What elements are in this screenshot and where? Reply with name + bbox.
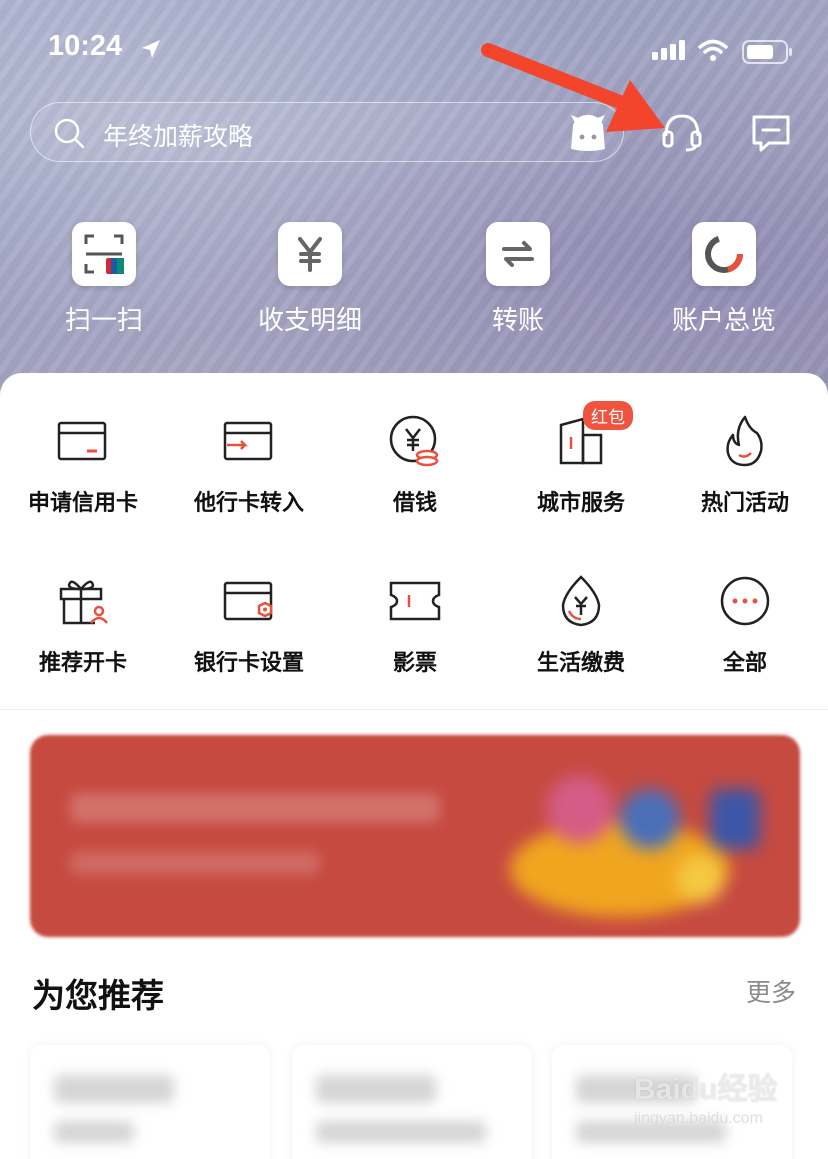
more-dots-icon — [717, 573, 773, 629]
water-drop-icon — [553, 573, 609, 629]
search-placeholder: 年终加薪攻略 — [103, 122, 254, 151]
search-icon — [54, 118, 85, 149]
service-recommend-card[interactable]: 推荐开卡 — [0, 573, 166, 677]
loan-coin-icon — [387, 413, 443, 469]
status-time: 10:24 — [48, 30, 123, 62]
service-label: 推荐开卡 — [38, 651, 127, 676]
scan-icon — [72, 222, 136, 286]
service-movie-tickets[interactable]: 影票 — [332, 573, 498, 677]
more-link[interactable]: 更多 — [746, 973, 796, 1009]
service-label: 他行卡转入 — [193, 491, 304, 516]
banner-illustration — [510, 775, 760, 917]
service-apply-credit-card[interactable]: 申请信用卡 — [0, 413, 166, 517]
recommend-card[interactable] — [292, 1045, 532, 1159]
recommend-card-title-blurred — [54, 1075, 174, 1103]
message-icon[interactable] — [751, 114, 791, 154]
services-card: 申请信用卡 他行卡转入 借钱 红包 城市服务 热门活动 推荐开卡 银行卡设置 影… — [0, 373, 828, 1159]
location-arrow-icon — [142, 40, 160, 58]
wifi-icon — [698, 39, 728, 61]
service-all[interactable]: 全部 — [662, 573, 828, 677]
service-label: 热门活动 — [700, 491, 789, 516]
battery-icon — [742, 40, 792, 64]
service-city-services[interactable]: 红包 城市服务 — [498, 401, 664, 517]
recommend-section-title: 为您推荐 — [32, 976, 164, 1015]
ring-chart-icon — [692, 222, 756, 286]
banner-title-blurred — [70, 793, 440, 823]
quick-action-label: 账户总览 — [671, 306, 776, 336]
transfer-icon — [486, 222, 550, 286]
quick-action-transactions[interactable]: 收支明细 — [230, 222, 390, 337]
quick-action-account-overview[interactable]: 账户总览 — [644, 222, 804, 337]
service-label: 城市服务 — [536, 491, 625, 516]
promo-banner[interactable] — [30, 735, 800, 937]
service-label: 影票 — [392, 651, 437, 676]
watermark-url: jingyan.baidu.com — [634, 1110, 763, 1127]
city-building-icon: 红包 — [553, 401, 633, 469]
watermark-brand: Baidu经验 — [634, 1073, 778, 1106]
quick-action-label: 转账 — [491, 306, 544, 336]
recommend-card-subtitle-blurred — [316, 1121, 486, 1143]
ticket-icon — [387, 573, 443, 629]
section-divider — [0, 709, 828, 710]
gift-icon — [55, 573, 111, 629]
recommend-card-title-blurred — [316, 1075, 436, 1103]
banner-subtitle-blurred — [70, 851, 320, 875]
card-transfer-in-icon — [221, 413, 277, 469]
service-label: 生活缴费 — [536, 651, 625, 676]
quick-action-label: 收支明细 — [257, 306, 362, 336]
service-label: 全部 — [722, 651, 767, 676]
service-borrow-money[interactable]: 借钱 — [332, 413, 498, 517]
service-label: 申请信用卡 — [27, 491, 138, 516]
baidu-watermark: Baidu经验 jingyan.baidu.com — [634, 1064, 814, 1128]
quick-action-label: 扫一扫 — [64, 306, 143, 336]
card-settings-icon — [221, 573, 277, 629]
quick-action-transfer[interactable]: 转账 — [438, 222, 598, 337]
status-bar: 10:24 — [0, 28, 828, 72]
recommend-card-subtitle-blurred — [54, 1121, 134, 1143]
yuan-icon — [278, 222, 342, 286]
flame-icon — [717, 413, 773, 469]
service-other-card-transfer-in[interactable]: 他行卡转入 — [166, 413, 332, 517]
service-hot-activities[interactable]: 热门活动 — [662, 413, 828, 517]
red-packet-badge: 红包 — [583, 401, 633, 430]
quick-action-scan[interactable]: 扫一扫 — [24, 222, 184, 337]
service-label: 银行卡设置 — [193, 651, 304, 676]
service-bank-card-settings[interactable]: 银行卡设置 — [166, 573, 332, 677]
service-utility-payments[interactable]: 生活缴费 — [498, 573, 664, 677]
pointer-arrow-annotation — [481, 43, 665, 132]
recommend-card[interactable] — [30, 1045, 270, 1159]
service-label: 借钱 — [392, 491, 437, 516]
credit-card-icon — [55, 413, 111, 469]
